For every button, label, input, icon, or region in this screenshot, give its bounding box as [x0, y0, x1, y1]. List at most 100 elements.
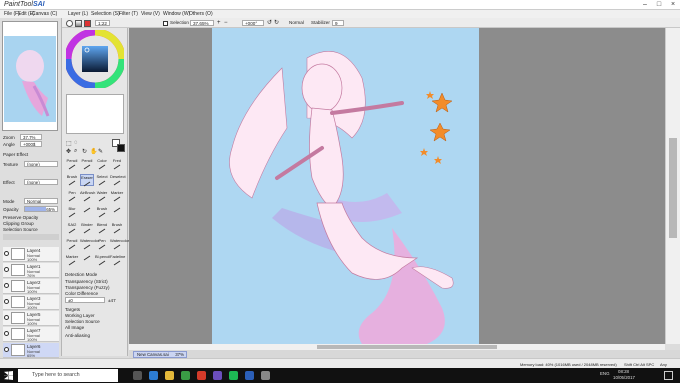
color-slider-icon[interactable]	[75, 20, 82, 27]
eye-icon[interactable]	[4, 299, 9, 304]
explorer-icon[interactable]	[165, 371, 174, 380]
mode-radio-fuzzy[interactable]: Transparency (Fuzzy)	[65, 285, 110, 290]
tool-button[interactable]: Blend	[95, 222, 109, 234]
hand-tool-icon[interactable]: ✋	[90, 148, 97, 155]
sai-icon[interactable]	[245, 371, 254, 380]
tool-button[interactable]: Brush	[95, 206, 109, 218]
menu-filter[interactable]: Filter (T)	[119, 11, 138, 17]
menu-selection[interactable]: Selection (S)	[91, 11, 120, 17]
tool-button[interactable]: Deselect	[110, 174, 126, 186]
tool-button[interactable]: Binder	[80, 222, 94, 234]
tool-button[interactable]: Marker	[65, 254, 79, 266]
layer-buttons-bar[interactable]	[3, 234, 59, 240]
eye-icon[interactable]	[4, 347, 9, 352]
target-working-layer[interactable]: Working Layer	[65, 313, 95, 318]
document-tab[interactable]: New Canvas.sai 37%	[133, 351, 187, 358]
layer-row[interactable]: Layer1 Normal 76%	[3, 263, 59, 278]
tool-button[interactable]: Pencil	[80, 158, 94, 170]
tool-button[interactable]: Fred	[110, 158, 124, 170]
stabilizer-select[interactable]: 9	[332, 20, 344, 26]
menu-others[interactable]: Others (O)	[189, 11, 213, 17]
tool-button[interactable]: Pencil	[65, 158, 79, 170]
clipping-group-checkbox[interactable]: Clipping Group	[3, 221, 34, 226]
rotate-tool-icon[interactable]: ↻	[82, 148, 87, 155]
tool-button[interactable]: Pen	[65, 190, 79, 202]
scratchpad[interactable]	[66, 94, 124, 134]
rotate-right-icon[interactable]: ↻	[274, 20, 279, 26]
edge-icon[interactable]	[149, 371, 158, 380]
tool-button[interactable]: Marker	[110, 190, 124, 202]
effect-select[interactable]: (none)	[24, 179, 58, 185]
tool-button[interactable]: SAI2	[65, 222, 79, 234]
tool-button[interactable]: Pencil	[65, 238, 79, 250]
app-icon[interactable]	[213, 371, 222, 380]
layer-row[interactable]: Layer7 Normal 100%	[3, 327, 59, 342]
rotate-input[interactable]: +000°	[242, 20, 264, 26]
task-view-icon[interactable]	[133, 371, 142, 380]
tool-button[interactable]	[110, 206, 124, 218]
selection-source-checkbox[interactable]: Selection Source	[3, 227, 38, 232]
scroll-thumb[interactable]	[669, 138, 677, 238]
zoom-in-icon[interactable]: +	[217, 20, 221, 26]
menu-window[interactable]: Window (W)	[163, 11, 190, 17]
eye-icon[interactable]	[4, 267, 9, 272]
navigator[interactable]	[2, 21, 58, 131]
scroll-thumb[interactable]	[317, 345, 497, 349]
target-selection-source[interactable]: Selection Source	[65, 319, 100, 324]
eye-icon[interactable]	[4, 331, 9, 336]
layer-row[interactable]: Layer4 Normal 100%	[3, 247, 59, 262]
selection-checkbox[interactable]	[163, 21, 168, 26]
tool-button[interactable]: Eraser	[80, 174, 94, 187]
menu-canvas[interactable]: Canvas (C)	[32, 11, 57, 17]
eye-icon[interactable]	[4, 315, 9, 320]
tool-button[interactable]: Bl.pencil	[95, 254, 110, 266]
tool-button[interactable]: Pen	[95, 238, 109, 250]
zoom-out-icon[interactable]: −	[224, 20, 228, 26]
anti-aliasing-checkbox[interactable]: Anti-aliasing	[65, 333, 90, 338]
tool-button[interactable]	[80, 206, 94, 218]
mode-select[interactable]: Normal	[24, 198, 58, 204]
zoom-tool-icon[interactable]: ⌕	[74, 148, 77, 155]
language-indicator[interactable]: ENG	[600, 371, 610, 376]
target-all-image[interactable]: All Image	[65, 325, 84, 330]
windows-start-icon[interactable]	[4, 371, 13, 380]
spotify-icon[interactable]	[229, 371, 238, 380]
texture-select[interactable]: (none)	[24, 161, 58, 167]
tool-button[interactable]: Watercolor	[80, 238, 99, 250]
drawing-canvas[interactable]	[212, 28, 479, 344]
tool-button[interactable]: Select	[95, 174, 109, 186]
store-icon[interactable]	[181, 371, 190, 380]
tool-button[interactable]: Water	[95, 190, 109, 202]
range-slider[interactable]: ±0	[65, 297, 105, 303]
minimize-button[interactable]: –	[638, 0, 652, 10]
preserve-opacity-checkbox[interactable]: Preserve Opacity	[3, 215, 38, 220]
taskbar-search[interactable]: Type here to search	[18, 369, 118, 382]
app-icon[interactable]	[261, 371, 270, 380]
close-button[interactable]: ×	[666, 0, 680, 10]
size-input[interactable]: 1:22	[95, 20, 110, 26]
mode-radio-strict[interactable]: Transparency (Strict)	[65, 279, 108, 284]
zoom-input[interactable]: 37.65%	[190, 20, 214, 26]
color-circle-icon[interactable]	[66, 20, 73, 27]
color-wheel[interactable]	[66, 30, 124, 88]
tool-button[interactable]: Color	[95, 158, 109, 170]
clock-date[interactable]: 10/05/2017	[613, 375, 635, 380]
tool-button[interactable]: Brush	[110, 222, 124, 234]
tool-button[interactable]: AirBrush	[80, 190, 95, 202]
eyedropper-icon[interactable]: ✎	[98, 148, 103, 155]
opacity-slider[interactable]: 65%	[24, 206, 58, 212]
mode-radio-color-difference[interactable]: Color Difference	[65, 291, 98, 296]
layer-row[interactable]: Layer3 Normal 100%	[3, 295, 59, 310]
nav-zoom-input[interactable]: 37.7%	[20, 134, 42, 140]
vertical-scrollbar[interactable]	[665, 28, 680, 344]
tool-button[interactable]: Blur	[65, 206, 79, 218]
rotate-left-icon[interactable]: ↺	[267, 20, 272, 26]
chrome-icon[interactable]	[197, 371, 206, 380]
eye-icon[interactable]	[4, 283, 9, 288]
menu-view[interactable]: View (V)	[141, 11, 160, 17]
primary-color-swatch[interactable]	[117, 144, 125, 152]
tool-button[interactable]: Brush	[65, 174, 79, 186]
canvas-area[interactable]	[129, 28, 665, 344]
layer-row-selected[interactable]: Layer6 Normal 65%	[3, 343, 59, 358]
menu-layer[interactable]: Layer (L)	[68, 11, 88, 17]
